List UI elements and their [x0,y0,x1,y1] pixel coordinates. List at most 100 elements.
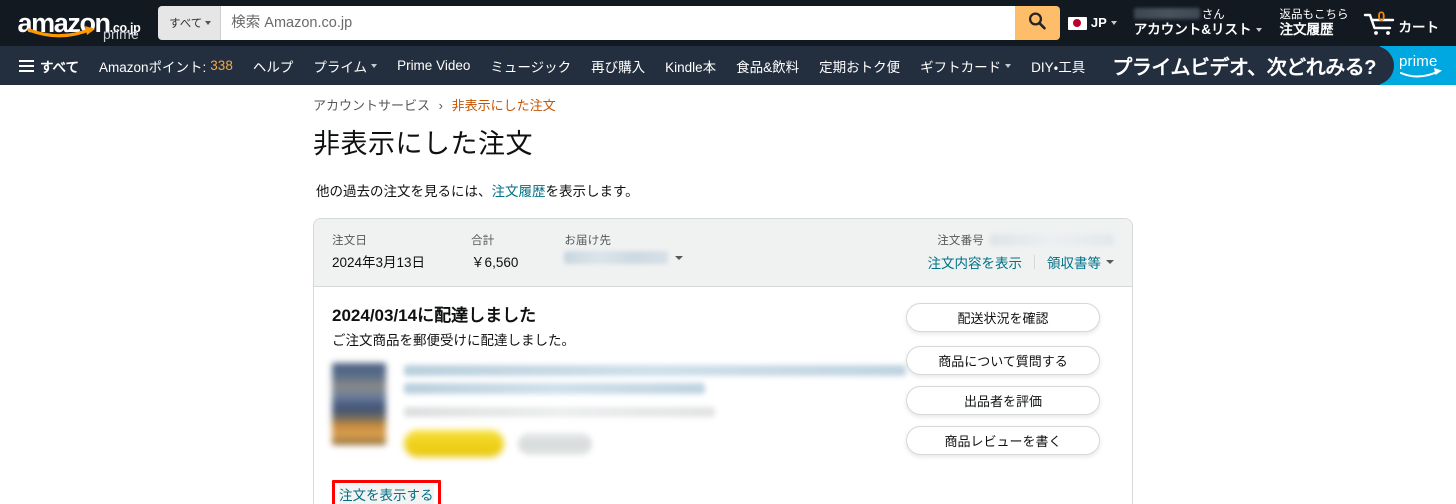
search-bar: すべて [158,6,1060,40]
subnav-item-prime[interactable]: プライム [303,49,387,83]
locale-selector[interactable]: JP [1060,7,1125,40]
highlight-box: 注文を表示する [332,480,441,504]
product-info [404,363,906,458]
account-greeting-suffix: さん [1201,9,1225,22]
show-order-link[interactable]: 注文を表示する [339,484,434,504]
cart-label: カート [1398,20,1440,36]
order-number-redacted [990,234,1114,247]
product-meta-redacted [404,407,716,418]
top-nav-right-group: JP さん アカウント&リスト 返品もこちら 注文履歴 0 カート [1060,2,1448,44]
sidebar-menu-toggle[interactable]: すべて [14,49,89,83]
write-product-review-button[interactable]: 商品レビューを書く [906,426,1100,456]
amazon-logo[interactable]: amazon .co.jp prime [12,1,146,45]
search-icon [1027,11,1047,36]
orders-returns-menu[interactable]: 返品もこちら 注文履歴 [1271,5,1358,42]
subnav-label: DIY・工具 [1031,59,1086,75]
main-content: アカウントサービス › 非表示にした注文 非表示にした注文 他の過去の注文を見る… [0,85,1456,504]
order-number-row: 注文番号 [928,232,1114,248]
breadcrumb-parent-link[interactable]: アカウントサービス [313,98,430,113]
secondary-action-button-redacted[interactable] [518,432,592,455]
breadcrumb: アカウントサービス › 非表示にした注文 [313,95,1456,114]
subnav-item-gift-cards[interactable]: ギフトカード [910,49,1021,83]
order-details-column: 2024/03/14に配達しました ご注文商品を郵便受けに配達しました。 [332,301,906,466]
search-category-label: すべて [169,18,203,30]
subnav-label: Kindle本 [665,59,717,75]
chevron-down-icon[interactable] [675,255,684,260]
breadcrumb-separator: › [438,98,443,113]
subnav-label: プライム [313,59,368,75]
subnav-label: 食品&飲料 [736,59,800,75]
buy-again-button-redacted[interactable] [404,430,504,458]
order-actions-column: 配送状況を確認 商品について質問する 出品者を評価 商品レビューを書く [906,301,1114,466]
subnav-item-kindle[interactable]: Kindle本 [655,49,726,83]
receipt-menu[interactable]: 領収書等 [1047,252,1114,272]
subnav-item-music[interactable]: ミュージック [480,49,581,83]
subnav-item-prime-video[interactable]: Prime Video [387,51,480,80]
subnav-label: ヘルプ [252,59,294,75]
cart-button[interactable]: 0 カート [1358,2,1449,44]
subnav-label: 再び購入 [591,59,646,75]
all-menu-label: すべて [40,59,80,75]
hamburger-icon [19,59,34,72]
subnav-item-food-drink[interactable]: 食品&飲料 [726,49,809,83]
order-total-group: 合計 ￥6,560 [471,232,518,271]
order-total-label: 合計 [471,235,495,248]
subtitle-text-before: 他の過去の注文を見るには、 [316,184,492,200]
order-card: 注文日 2024年3月13日 合計 ￥6,560 お届け先 注文番号 注文内容を… [313,218,1133,504]
amazon-smile-icon [27,26,101,40]
cart-icon: 0 [1363,8,1397,37]
japan-flag-icon [1067,16,1087,30]
track-package-button[interactable]: 配送状況を確認 [906,303,1100,333]
order-history-label: 注文履歴 [1279,21,1334,37]
account-greeting: さん [1133,8,1262,22]
order-date-group: 注文日 2024年3月13日 [332,232,425,271]
search-category-dropdown[interactable]: すべて [158,6,222,40]
account-name-redacted [1133,8,1200,20]
search-input[interactable] [221,6,1015,40]
page-title: 非表示にした注文 [313,129,533,159]
order-date-label: 注文日 [332,235,368,248]
order-card-footer: 注文を表示する [314,476,1132,504]
receipt-link[interactable]: 領収書等 [1047,252,1101,272]
product-title-redacted[interactable] [404,365,906,377]
order-header-links: 注文内容を表示 領収書等 [928,252,1114,272]
order-history-link[interactable]: 注文履歴 [492,184,546,199]
prime-logo-label: prime [102,26,139,42]
subnav-item-subscribe-save[interactable]: 定期おトク便 [809,49,910,83]
order-number-group: 注文番号 注文内容を表示 領収書等 [928,232,1114,272]
subnav-label: 定期おトク便 [819,59,901,75]
points-value: 338 [210,58,233,73]
product-title-line2-redacted[interactable] [404,383,706,395]
search-submit-button[interactable] [1014,6,1060,40]
product-thumbnail[interactable] [332,363,386,446]
ask-product-question-button[interactable]: 商品について質問する [906,346,1100,376]
delivery-status-subtitle: ご注文商品を郵便受けに配達しました。 [332,333,575,349]
breadcrumb-current[interactable]: 非表示にした注文 [452,98,556,113]
view-order-details-link[interactable]: 注文内容を表示 [928,252,1023,272]
chevron-down-icon [1255,28,1262,33]
points-label: Amazonポイント: [99,59,207,75]
shipping-address-value-row[interactable] [564,251,684,265]
locale-code-label: JP [1090,14,1107,30]
chevron-down-icon [1005,63,1012,68]
shipping-address-label: お届け先 [564,235,612,248]
subnav-item-diy-tools[interactable]: DIY・工具 [1021,49,1095,83]
prime-video-promo-banner[interactable]: プライムビデオ、次どれみる? prime [1098,46,1456,85]
account-and-lists-menu[interactable]: さん アカウント&リスト [1125,4,1271,42]
chevron-down-icon [371,63,378,68]
prime-badge-icon: prime [1397,53,1449,79]
cart-count-badge: 0 [1377,8,1386,24]
subnav-item-buy-again[interactable]: 再び購入 [581,49,655,83]
subnav-label: Prime Video [397,58,471,73]
subnav-item-help[interactable]: ヘルプ [243,49,304,83]
returns-label: 返品もこちら [1279,8,1349,21]
order-card-header: 注文日 2024年3月13日 合計 ￥6,560 お届け先 注文番号 注文内容を… [314,219,1132,288]
account-and-lists-label: アカウント&リスト [1133,22,1252,38]
rate-seller-button[interactable]: 出品者を評価 [906,386,1100,416]
chevron-down-icon [1106,260,1114,265]
subnav-label: ギフトカード [920,59,1002,75]
divider [1034,255,1035,270]
product-action-row [404,430,906,458]
product-row [332,363,906,458]
subnav-item-points[interactable]: Amazonポイント: 338 [89,49,243,83]
